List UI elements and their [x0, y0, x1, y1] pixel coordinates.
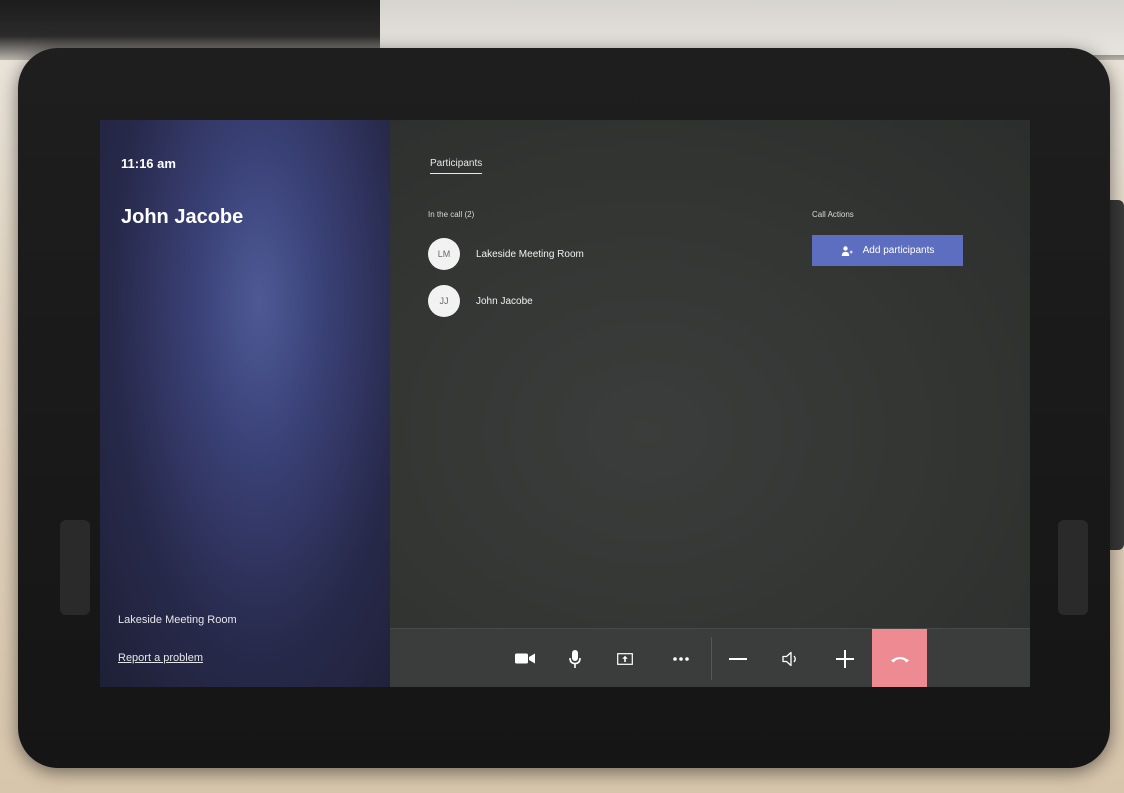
more-options-button[interactable]	[665, 629, 697, 687]
add-participants-button[interactable]: Add participants	[812, 235, 963, 266]
hang-up-icon	[890, 650, 910, 668]
tab-participants[interactable]: Participants	[430, 158, 483, 174]
call-actions-label: Call Actions	[812, 210, 854, 219]
room-name: Lakeside Meeting Room	[118, 614, 237, 626]
speaker-icon	[782, 651, 800, 667]
volume-down-button[interactable]	[722, 629, 754, 687]
control-divider	[711, 637, 712, 680]
caller-name: John Jacobe	[121, 206, 244, 228]
share-screen-button[interactable]	[609, 629, 641, 687]
participant-name: Lakeside Meeting Room	[476, 248, 584, 260]
participant-name: John Jacobe	[476, 295, 533, 307]
in-call-label: In the call (2)	[428, 210, 475, 219]
speaker-button[interactable]	[775, 629, 807, 687]
report-problem-link[interactable]: Report a problem	[118, 652, 203, 664]
add-people-icon	[841, 245, 853, 257]
mute-button[interactable]	[560, 629, 590, 687]
clock: 11:16 am	[121, 156, 176, 171]
hang-up-button[interactable]	[872, 629, 927, 687]
add-participants-label: Add participants	[862, 245, 935, 256]
call-control-bar	[390, 628, 1030, 687]
volume-up-icon	[836, 649, 854, 668]
volume-up-button[interactable]	[829, 629, 861, 687]
call-info-panel: 11:16 am John Jacobe Lakeside Meeting Ro…	[100, 120, 390, 687]
volume-down-icon	[729, 657, 747, 660]
participant-row[interactable]: JJ John Jacobe	[428, 284, 533, 318]
participants-panel: Participants In the call (2) LM Lakeside…	[390, 120, 1030, 687]
video-button[interactable]	[508, 629, 542, 687]
console-screen: 11:16 am John Jacobe Lakeside Meeting Ro…	[100, 120, 1030, 687]
video-icon	[515, 652, 535, 665]
background-wall	[380, 0, 1124, 55]
avatar: LM	[428, 238, 460, 270]
participant-row[interactable]: LM Lakeside Meeting Room	[428, 237, 584, 271]
device-side-pad-right	[1058, 520, 1088, 615]
microphone-icon	[569, 649, 581, 668]
avatar: JJ	[428, 285, 460, 317]
device-side-pad-left	[60, 520, 90, 615]
share-screen-icon	[617, 652, 633, 665]
more-options-icon	[673, 656, 689, 661]
